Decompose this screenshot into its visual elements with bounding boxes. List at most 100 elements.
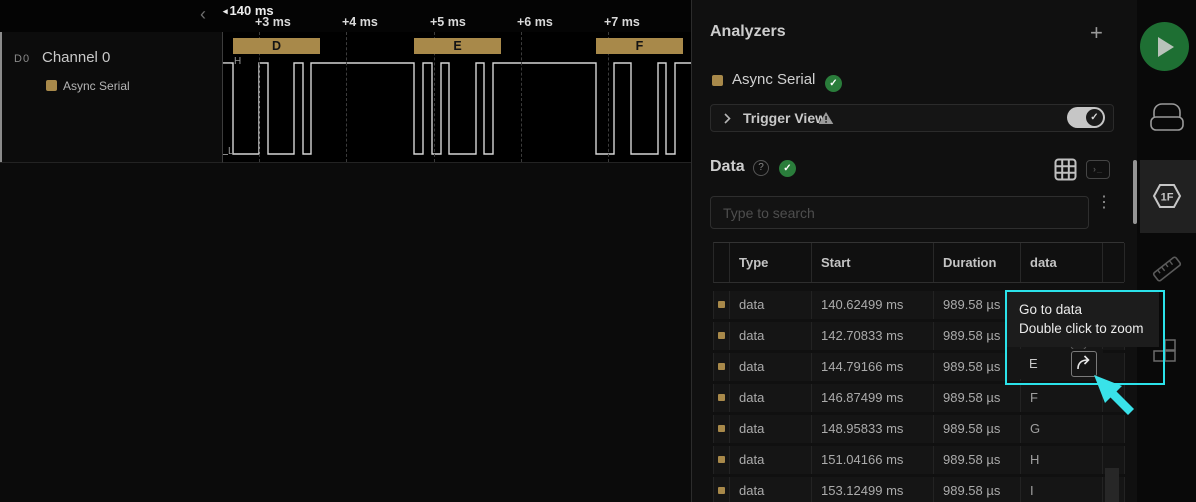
cell-type: data (730, 415, 812, 443)
trigger-view-row[interactable]: Trigger View ✓ (710, 104, 1114, 132)
timeline-header[interactable]: ‹ ◂140 ms +3 ms+4 ms+5 ms+6 ms+7 ms (0, 0, 691, 32)
help-icon[interactable]: ? (753, 160, 769, 176)
table-view-icon[interactable] (1054, 158, 1077, 181)
analyzer-color-dot-icon (718, 425, 725, 432)
analyzer-color-dot-icon (718, 456, 725, 463)
timeline-tick-label: +6 ms (517, 15, 553, 29)
cell-duration: 989.58 µs (934, 384, 1021, 412)
cell-start: 151.04166 ms (812, 446, 934, 474)
channel-active-bar (0, 32, 2, 162)
terminal-view-icon[interactable]: ›_ (1086, 160, 1110, 179)
cell-hover-overlay: Go to data Double click to zoom E (1005, 290, 1165, 385)
cell-start: 153.12499 ms (812, 477, 934, 502)
analyzers-title: Analyzers (710, 23, 786, 41)
timeline-tick-label: +7 ms (604, 15, 640, 29)
frame-label-box[interactable]: D (233, 38, 320, 54)
analyzer-color-dot-icon (718, 301, 725, 308)
table-row[interactable]: data153.12499 ms989.58 µsI (713, 477, 1124, 502)
cell-type: data (730, 291, 812, 319)
tooltip-line-1: Go to data (1019, 300, 1159, 319)
header-type: Type (730, 243, 812, 282)
row-color-cell (714, 477, 730, 502)
more-options-icon[interactable]: ⋮ (1096, 198, 1106, 208)
data-table-header: Type Start Duration data (713, 242, 1124, 283)
channel-index: D0 (14, 53, 30, 65)
timeline-tick-label: +5 ms (430, 15, 466, 29)
high-level-dash (223, 63, 231, 64)
header-gutter (1103, 243, 1125, 282)
trigger-view-toggle[interactable]: ✓ (1067, 107, 1105, 128)
cell-start: 140.62499 ms (812, 291, 934, 319)
analyzer-color-dot-icon (718, 394, 725, 401)
channel-name: Channel 0 (42, 49, 110, 66)
analyzer-color-dot-icon (718, 487, 725, 494)
sidebar-active-label: 1F (1161, 192, 1174, 204)
chevron-right-icon (724, 113, 731, 124)
cell-data: I (1021, 477, 1103, 502)
analyzer-color-swatch (712, 75, 723, 86)
row-color-cell (714, 415, 730, 443)
analyzer-color-dot-icon (718, 332, 725, 339)
timeline-gridline (521, 32, 522, 162)
analyzer-ok-badge: ✓ (825, 75, 842, 92)
channel-analyzer-label: Async Serial (63, 79, 130, 93)
analyzer-item-async-serial[interactable]: Async Serial (732, 71, 815, 88)
row-color-cell (714, 291, 730, 319)
row-color-cell (714, 322, 730, 350)
row-color-cell (714, 446, 730, 474)
add-analyzer-button[interactable]: + (1090, 20, 1103, 46)
go-to-data-button[interactable] (1071, 351, 1097, 377)
analyzer-color-swatch (46, 80, 57, 91)
frame-label-box[interactable]: E (414, 38, 501, 54)
pan-left-icon[interactable]: ‹ (200, 5, 206, 23)
cell-gutter (1103, 384, 1125, 412)
row-color-cell (714, 353, 730, 381)
cell-data: G (1021, 415, 1103, 443)
analyzer-color-dot-icon (718, 363, 725, 370)
toggle-knob-check-icon: ✓ (1086, 109, 1103, 126)
app-window: ‹ ◂140 ms +3 ms+4 ms+5 ms+6 ms+7 ms D0 C… (0, 0, 1196, 502)
row-color-cell (714, 384, 730, 412)
cell-start: 142.70833 ms (812, 322, 934, 350)
channel-row[interactable]: D0 Channel 0 Async Serial (0, 32, 222, 163)
cell-type: data (730, 384, 812, 412)
table-row[interactable]: data151.04166 ms989.58 µsH (713, 446, 1124, 474)
play-icon (1158, 37, 1174, 57)
analyzers-panel: Analyzers + Async Serial ✓ Trigger View … (691, 0, 1137, 502)
cell-data: F (1021, 384, 1103, 412)
cell-type: data (730, 446, 812, 474)
cell-gutter (1103, 415, 1125, 443)
frame-label-box[interactable]: F (596, 38, 683, 54)
search-input[interactable] (710, 196, 1089, 229)
anchor-marker-icon: ◂ (223, 6, 228, 16)
hovered-cell-value: E (1029, 356, 1038, 371)
high-level-label: H (234, 56, 241, 67)
waveform-plot[interactable]: H L D E F (222, 32, 692, 163)
tooltip: Go to data Double click to zoom (1007, 292, 1159, 347)
timeline-tick-label: +3 ms (255, 15, 291, 29)
cell-data: H (1021, 446, 1103, 474)
measure-ruler-icon[interactable] (1148, 250, 1186, 288)
table-row[interactable]: data146.87499 ms989.58 µsF (713, 384, 1124, 412)
device-icon[interactable] (1149, 101, 1185, 133)
warning-icon (818, 111, 834, 125)
play-button[interactable] (1140, 22, 1189, 71)
hovered-data-cell[interactable]: E (1007, 349, 1103, 379)
cell-type: data (730, 322, 812, 350)
cell-type: data (730, 477, 812, 502)
right-sidebar: 1F (1137, 0, 1196, 502)
low-level-label: L (228, 146, 234, 157)
cell-duration: 989.58 µs (934, 477, 1021, 502)
jump-arrow-icon (1072, 352, 1096, 376)
table-row[interactable]: data148.95833 ms989.58 µsG (713, 415, 1124, 443)
cell-duration: 989.58 µs (934, 415, 1021, 443)
table-scrollbar-thumb[interactable] (1105, 468, 1119, 502)
analyzer-frame-icon[interactable]: 1F (1151, 181, 1183, 211)
cell-start: 148.95833 ms (812, 415, 934, 443)
timeline-tick-label: +4 ms (342, 15, 378, 29)
header-duration: Duration (934, 243, 1021, 282)
cell-duration: 989.58 µs (934, 446, 1021, 474)
header-icon-col (714, 243, 730, 282)
header-data: data (1021, 243, 1103, 282)
data-ok-badge: ✓ (779, 160, 796, 177)
